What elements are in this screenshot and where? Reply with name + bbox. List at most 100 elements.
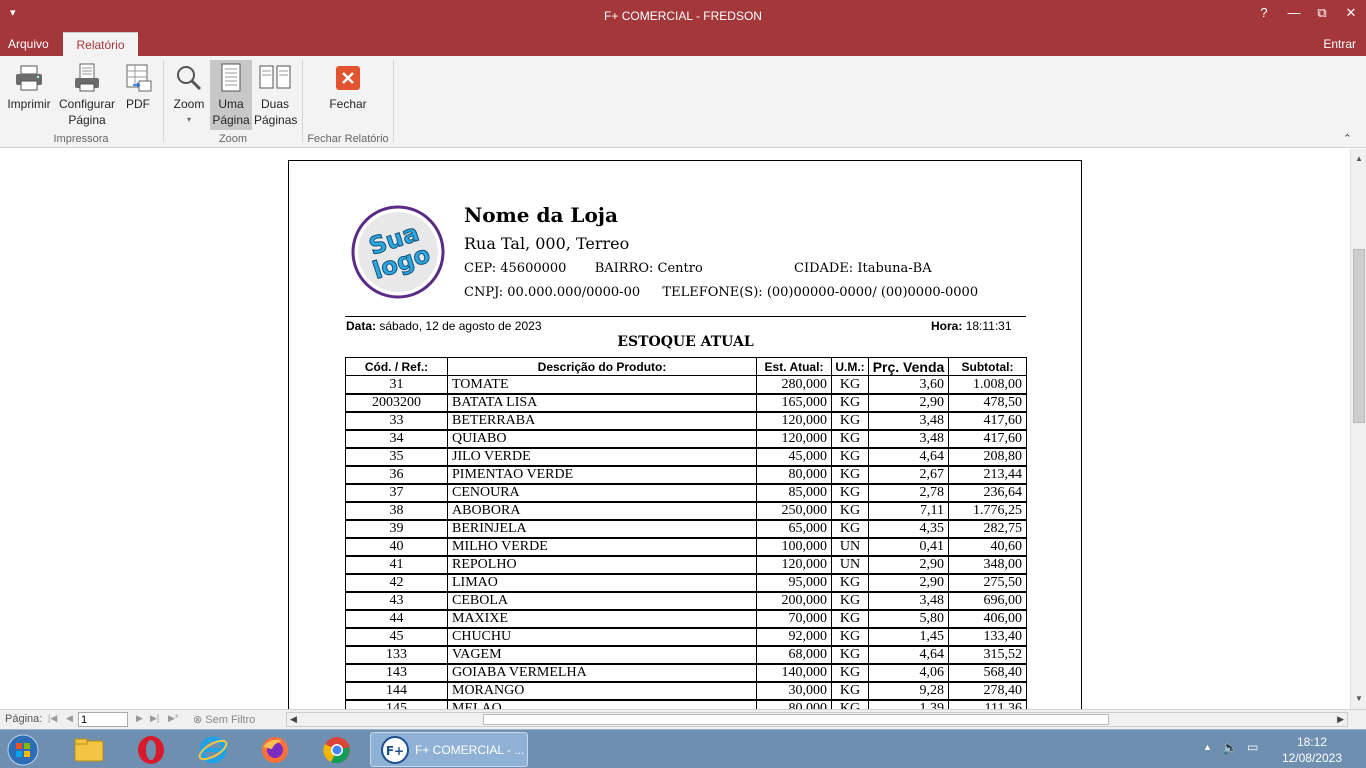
new-record-icon[interactable]: ▶*: [168, 713, 178, 724]
row-stock-cell: 165,000: [756, 393, 832, 413]
row-stock-cell: 280,000: [756, 375, 832, 395]
scroll-right-arrow-icon[interactable]: ▶: [1337, 713, 1344, 726]
chrome-icon[interactable]: [320, 733, 354, 767]
sign-in-link[interactable]: Entrar: [1323, 32, 1356, 56]
single-page-icon: [210, 60, 252, 96]
horizontal-scroll-thumb[interactable]: [483, 714, 1109, 725]
row-subtotal-cell: 417,60: [948, 429, 1027, 449]
row-subtotal-cell: 568,40: [948, 663, 1027, 683]
row-code-cell: 31: [345, 375, 448, 395]
row-code-cell: 44: [345, 609, 448, 629]
row-price-cell: 2,90: [868, 393, 949, 413]
row-subtotal-cell: 417,60: [948, 411, 1027, 431]
collapse-ribbon-icon[interactable]: ⌃: [1343, 132, 1352, 145]
close-report-button[interactable]: Fechar: [322, 60, 374, 112]
firefox-icon[interactable]: [258, 733, 292, 767]
bairro-label: BAIRRO:: [594, 261, 654, 276]
row-price-cell: 7,11: [868, 501, 949, 521]
row-description-cell: MORANGO: [447, 681, 757, 701]
report-date: Data: sábado, 12 de agosto de 2023: [346, 319, 542, 333]
filter-status[interactable]: ⊗ Sem Filtro: [193, 713, 255, 726]
page-setup-label-1: Configurar: [58, 97, 116, 111]
page-number-input[interactable]: [78, 712, 128, 727]
row-unit-cell: KG: [831, 591, 869, 611]
help-button[interactable]: ?: [1249, 4, 1279, 26]
row-subtotal-cell: 478,50: [948, 393, 1027, 413]
table-row: 145 MELAO 80,000 KG 1,39 111,36: [345, 699, 1027, 709]
show-hidden-icons-icon[interactable]: ▲: [1203, 742, 1212, 752]
row-price-cell: 1,39: [868, 699, 949, 709]
zoom-button[interactable]: Zoom ▾: [170, 60, 208, 128]
row-subtotal-cell: 40,60: [948, 537, 1027, 557]
internet-explorer-icon[interactable]: [196, 733, 230, 767]
group-label-printer: Impressora: [53, 133, 109, 145]
row-unit-cell: KG: [831, 429, 869, 449]
store-contact-line: CNPJ: 00.000.000/0000-00 TELEFONE(S): (0…: [464, 285, 978, 300]
row-stock-cell: 85,000: [756, 483, 832, 503]
row-unit-cell: KG: [831, 411, 869, 431]
row-code-cell: 42: [345, 573, 448, 593]
row-code-cell: 34: [345, 429, 448, 449]
row-description-cell: PIMENTAO VERDE: [447, 465, 757, 485]
network-icon[interactable]: ▭: [1247, 740, 1258, 754]
page-setup-button[interactable]: Configurar Página: [56, 60, 118, 128]
system-clock[interactable]: 18:12 12/08/2023: [1282, 734, 1342, 766]
close-window-button[interactable]: ✕: [1336, 4, 1366, 26]
taskbar-app-fcomercial[interactable]: F+ F+ COMERCIAL - ...: [370, 732, 528, 767]
bairro-value: Centro: [657, 261, 703, 276]
row-unit-cell: KG: [831, 465, 869, 485]
minimize-button[interactable]: —: [1279, 4, 1309, 26]
file-explorer-icon[interactable]: [72, 733, 106, 767]
last-page-icon[interactable]: ▶|: [150, 713, 159, 724]
scroll-up-arrow-icon[interactable]: ▲: [1351, 151, 1366, 167]
opera-browser-icon[interactable]: [134, 733, 168, 767]
app-icon-text: F+: [386, 744, 404, 758]
taskbar-app-label: F+ COMERCIAL - ...: [415, 743, 525, 757]
pdf-button[interactable]: PDF: [120, 60, 156, 112]
print-button[interactable]: Imprimir: [4, 60, 54, 112]
row-code-cell: 35: [345, 447, 448, 467]
tab-relatorio[interactable]: Relatório: [63, 32, 138, 56]
scroll-left-arrow-icon[interactable]: ◀: [290, 713, 297, 726]
start-button-icon[interactable]: [6, 733, 40, 767]
page-setup-label-2: Página: [68, 113, 106, 127]
row-unit-cell: KG: [831, 501, 869, 521]
horizontal-scrollbar[interactable]: ◀ ▶: [286, 712, 1348, 727]
printer-icon: [4, 60, 54, 96]
row-description-cell: TOMATE: [447, 375, 757, 395]
cnpj-value: 00.000.000/0000-00: [507, 285, 641, 300]
tab-arquivo[interactable]: Arquivo: [0, 32, 57, 56]
scroll-down-arrow-icon[interactable]: ▼: [1351, 691, 1366, 707]
row-price-cell: 4,64: [868, 645, 949, 665]
pdf-label: PDF: [126, 97, 150, 111]
row-description-cell: MAXIXE: [447, 609, 757, 629]
row-code-cell: 36: [345, 465, 448, 485]
previous-page-icon[interactable]: ◀: [66, 713, 73, 724]
row-price-cell: 0,41: [868, 537, 949, 557]
restore-button[interactable]: ⧉: [1307, 4, 1337, 26]
row-description-cell: MILHO VERDE: [447, 537, 757, 557]
row-price-cell: 4,06: [868, 663, 949, 683]
row-unit-cell: KG: [831, 573, 869, 593]
volume-icon[interactable]: 🔈: [1222, 740, 1238, 756]
row-unit-cell: KG: [831, 609, 869, 629]
column-header: Cód. / Ref.:: [345, 357, 448, 376]
print-label: Imprimir: [7, 97, 51, 111]
report-preview-area[interactable]: Sua logo Nome da Loja Rua Tal, 000, Terr…: [0, 149, 1350, 709]
cnpj-label: CNPJ:: [464, 285, 504, 300]
first-page-icon[interactable]: |◀: [48, 713, 57, 724]
row-code-cell: 145: [345, 699, 448, 709]
next-page-icon[interactable]: ▶: [136, 713, 143, 724]
vertical-scrollbar[interactable]: ▲ ▼: [1350, 149, 1366, 709]
row-stock-cell: 140,000: [756, 663, 832, 683]
row-description-cell: CEBOLA: [447, 591, 757, 611]
one-page-label-2: Página: [212, 113, 250, 127]
window-title: F+ COMERCIAL - FREDSON: [604, 9, 762, 23]
phone-value: (00)00000-0000/ (00)0000-0000: [766, 285, 979, 300]
one-page-button[interactable]: Uma Página: [210, 60, 252, 130]
two-pages-button[interactable]: Duas Páginas: [254, 60, 297, 128]
row-code-cell: 133: [345, 645, 448, 665]
vertical-scroll-thumb[interactable]: [1353, 249, 1365, 423]
table-row: 40 MILHO VERDE 100,000 UN 0,41 40,60: [345, 537, 1027, 557]
row-stock-cell: 65,000: [756, 519, 832, 539]
